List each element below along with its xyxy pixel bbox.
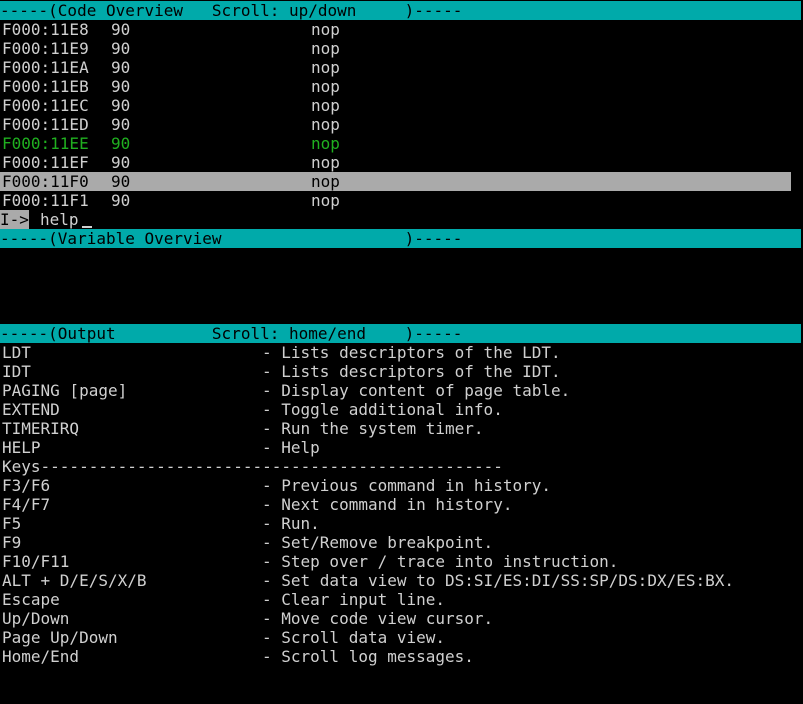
- code-row-instruction: nop: [311, 153, 340, 172]
- code-row-bytes: 90: [111, 191, 131, 210]
- output-description: - Lists descriptors of the IDT.: [262, 362, 561, 381]
- code-row-current-instruction[interactable]: F000:11EE 90 nop: [0, 134, 791, 153]
- code-row-instruction: nop: [311, 39, 340, 58]
- code-row-selected[interactable]: F000:11F0 90 nop: [0, 172, 791, 191]
- output-line: F4/F7 - Next command in history.: [0, 495, 791, 514]
- code-row[interactable]: F000:11E9 90 nop: [0, 39, 791, 58]
- output-key: F5: [2, 514, 22, 533]
- output-key: Page Up/Down: [2, 628, 118, 647]
- output-line: TIMERIRQ - Run the system timer.: [0, 419, 791, 438]
- command-input-value[interactable]: help: [40, 210, 79, 229]
- command-input[interactable]: I-> help: [0, 210, 801, 229]
- output-command: Keys------------------------------------…: [2, 457, 503, 476]
- output-description: - Clear input line.: [262, 590, 446, 609]
- output-line: LDT - Lists descriptors of the LDT.: [0, 343, 791, 362]
- output-line: EXTEND - Toggle additional info.: [0, 400, 791, 419]
- code-row-address: F000:11EA: [2, 58, 89, 77]
- output-command: TIMERIRQ: [2, 419, 80, 438]
- command-prompt: I->: [0, 210, 29, 229]
- output-line: F10/F11 - Step over / trace into instruc…: [0, 552, 791, 571]
- code-row-address: F000:11E8: [2, 20, 89, 39]
- code-row-bytes: 90: [111, 115, 131, 134]
- output-description: - Next command in history.: [262, 495, 513, 514]
- code-row-instruction: nop: [311, 115, 340, 134]
- code-row-address: F000:11EB: [2, 77, 89, 96]
- output-description: - Set data view to DS:SI/ES:DI/SS:SP/DS:…: [262, 571, 735, 590]
- output-line: Escape - Clear input line.: [0, 590, 791, 609]
- code-row-bytes: 90: [111, 153, 131, 172]
- output-key: ALT + D/E/S/X/B: [2, 571, 147, 590]
- output-line: F9 - Set/Remove breakpoint.: [0, 533, 791, 552]
- output-key: Home/End: [2, 647, 80, 666]
- output-description: - Previous command in history.: [262, 476, 551, 495]
- output-key: Up/Down: [2, 609, 70, 628]
- code-row-instruction: nop: [311, 20, 340, 39]
- output-command: LDT: [2, 343, 31, 362]
- output-description: - Step over / trace into instruction.: [262, 552, 619, 571]
- output-key: F9: [2, 533, 22, 552]
- output-line: PAGING [page] - Display content of page …: [0, 381, 791, 400]
- code-row-address: F000:11EF: [2, 153, 89, 172]
- output-line: Page Up/Down - Scroll data view.: [0, 628, 791, 647]
- code-row-instruction: nop: [311, 77, 340, 96]
- output-command: EXTEND: [2, 400, 60, 419]
- code-row[interactable]: F000:11F1 90 nop: [0, 191, 791, 210]
- code-row[interactable]: F000:11E8 90 nop: [0, 20, 791, 39]
- variable-overview-panel[interactable]: [0, 247, 801, 323]
- code-row-bytes: 90: [111, 39, 131, 58]
- code-row-instruction: nop: [311, 58, 340, 77]
- output-description: - Help: [262, 438, 320, 457]
- code-row-bytes: 90: [111, 58, 131, 77]
- code-row-instruction: nop: [311, 96, 340, 115]
- code-row[interactable]: F000:11ED 90 nop: [0, 115, 791, 134]
- output-description: - Scroll log messages.: [262, 647, 474, 666]
- variable-overview-header: -----(Variable Overview )-----: [0, 229, 801, 248]
- output-line: F5 - Run.: [0, 514, 791, 533]
- output-key: F4/F7: [2, 495, 51, 514]
- code-row-instruction: nop: [311, 134, 340, 153]
- code-row[interactable]: F000:11EA 90 nop: [0, 58, 791, 77]
- output-line: ALT + D/E/S/X/B - Set data view to DS:SI…: [0, 571, 791, 590]
- output-description: - Display content of page table.: [262, 381, 571, 400]
- output-line: Home/End - Scroll log messages.: [0, 647, 791, 666]
- code-row[interactable]: F000:11EB 90 nop: [0, 77, 791, 96]
- code-row-address: F000:11EC: [2, 96, 89, 115]
- output-line: HELP - Help: [0, 438, 791, 457]
- output-description: - Toggle additional info.: [262, 400, 503, 419]
- output-description: - Scroll data view.: [262, 628, 446, 647]
- output-line: Up/Down - Move code view cursor.: [0, 609, 791, 628]
- output-command: PAGING [page]: [2, 381, 128, 400]
- code-row-address: F000:11EE: [2, 134, 89, 153]
- code-row-bytes: 90: [111, 172, 131, 191]
- code-row-bytes: 90: [111, 77, 131, 96]
- output-description: - Run the system timer.: [262, 419, 484, 438]
- output-line: IDT - Lists descriptors of the IDT.: [0, 362, 791, 381]
- code-row-bytes: 90: [111, 20, 131, 39]
- output-description: - Move code view cursor.: [262, 609, 494, 628]
- output-description: - Lists descriptors of the LDT.: [262, 343, 561, 362]
- code-row-address: F000:11F0: [2, 172, 89, 191]
- output-line: F3/F6 - Previous command in history.: [0, 476, 791, 495]
- code-row[interactable]: F000:11EC 90 nop: [0, 96, 791, 115]
- code-row[interactable]: F000:11EF 90 nop: [0, 153, 791, 172]
- code-row-address: F000:11F1: [2, 191, 89, 210]
- output-command: IDT: [2, 362, 31, 381]
- code-row-instruction: nop: [311, 172, 340, 191]
- code-overview-header: -----(Code Overview Scroll: up/down )---…: [0, 1, 801, 20]
- output-description: - Run.: [262, 514, 320, 533]
- output-key: Escape: [2, 590, 60, 609]
- text-cursor: [82, 226, 92, 228]
- code-row-address: F000:11ED: [2, 115, 89, 134]
- code-row-address: F000:11E9: [2, 39, 89, 58]
- code-row-instruction: nop: [311, 191, 340, 210]
- output-key: F10/F11: [2, 552, 70, 571]
- code-row-bytes: 90: [111, 96, 131, 115]
- output-description: - Set/Remove breakpoint.: [262, 533, 494, 552]
- output-key: F3/F6: [2, 476, 51, 495]
- output-header: -----(Output Scroll: home/end )-----: [0, 324, 801, 343]
- output-command: HELP: [2, 438, 41, 457]
- code-row-bytes: 90: [111, 134, 131, 153]
- output-keys-separator: Keys------------------------------------…: [0, 457, 791, 476]
